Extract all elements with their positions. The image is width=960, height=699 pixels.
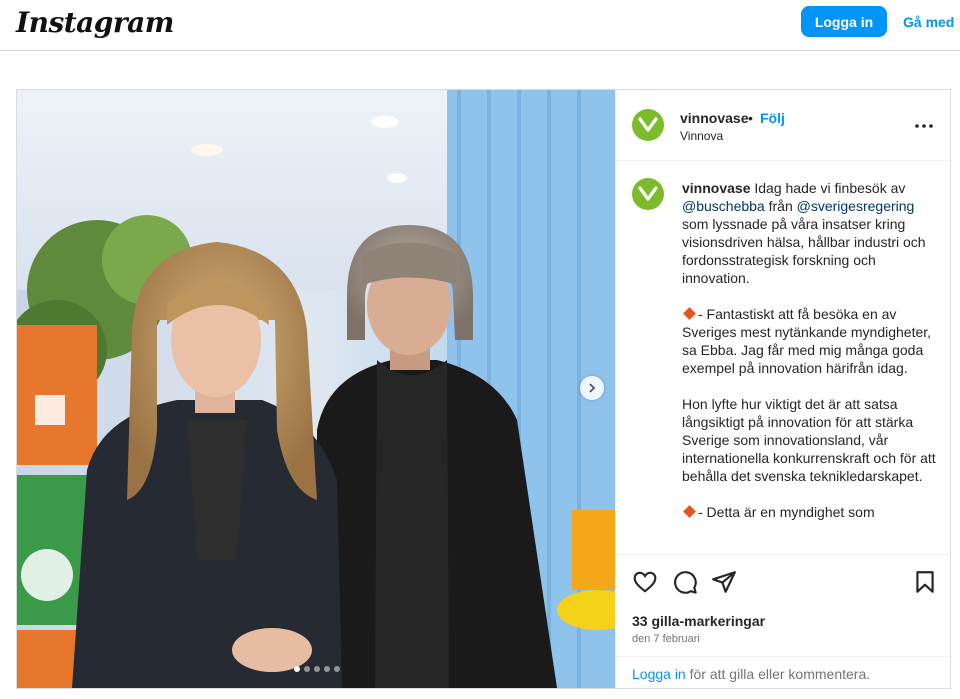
post-photo [17,90,615,688]
carousel-dot [314,666,320,672]
caption-text: vinnovase Idag hade vi finbesök av @busc… [682,179,937,521]
caption-fragment: från [764,198,797,214]
post-date[interactable]: den 7 februari [632,633,700,645]
post-header: vinnovase • Följ Vinnova [616,90,951,161]
top-navigation-bar: Instagram Logga in Gå med [0,0,960,51]
mention-link[interactable]: @buschebba [682,198,765,214]
caption-username[interactable]: vinnovase [682,180,750,196]
avatar[interactable] [632,109,664,141]
comment-button[interactable] [672,569,698,595]
save-button[interactable] [912,569,938,595]
carousel-dot [304,666,310,672]
login-prompt-text: för att gilla eller kommentera. [685,666,871,682]
heart-icon [633,571,657,593]
login-link[interactable]: Logga in [632,666,686,682]
login-button[interactable]: Logga in [801,6,887,37]
mention-link[interactable]: @sverigesregering [797,198,915,214]
more-options-icon [915,124,933,128]
carousel-indicator [294,666,340,672]
more-options-button[interactable] [914,116,934,136]
chevron-right-icon [589,383,596,393]
carousel-dot [324,666,330,672]
vinnova-v-logo [638,117,658,132]
carousel-next-button[interactable] [580,376,604,400]
caption-fragment: Idag hade vi finbesök av [750,180,910,196]
carousel-dot [294,666,300,672]
login-prompt: Logga in för att gilla eller kommentera. [616,656,951,689]
post-card: vinnovase • Följ Vinnova vinnovase Idag … [16,89,951,689]
share-icon [712,571,736,593]
carousel-dot [334,666,340,672]
follow-button[interactable]: Följ [760,110,785,126]
post-username[interactable]: vinnovase [680,110,748,126]
orange-diamond-icon [683,505,696,518]
post-image[interactable] [17,90,615,688]
likes-count[interactable]: 33 gilla-markeringar [632,613,765,629]
comment-icon [674,571,697,594]
vinnova-v-logo [638,186,658,201]
post-caption: vinnovase Idag hade vi finbesök av @busc… [616,161,951,554]
post-subtitle: Vinnova [680,129,724,143]
instagram-logo[interactable]: Instagram [16,6,174,39]
post-side-panel: vinnovase • Följ Vinnova vinnovase Idag … [615,90,951,688]
caption-paragraph: - Fantastiskt att få besöka en av Sverig… [682,306,935,376]
separator-bullet: • [748,110,753,126]
orange-diamond-icon [683,307,696,320]
signup-link[interactable]: Gå med [903,14,954,30]
caption-avatar[interactable] [632,178,664,210]
caption-paragraph: - Detta är en myndighet som [698,504,875,520]
bookmark-icon [916,571,934,593]
caption-paragraph: Hon lyfte hur viktigt det är att satsa l… [682,396,940,484]
like-button[interactable] [632,569,658,595]
share-button[interactable] [711,569,737,595]
post-actions: 33 gilla-markeringar den 7 februari Logg… [616,554,951,688]
